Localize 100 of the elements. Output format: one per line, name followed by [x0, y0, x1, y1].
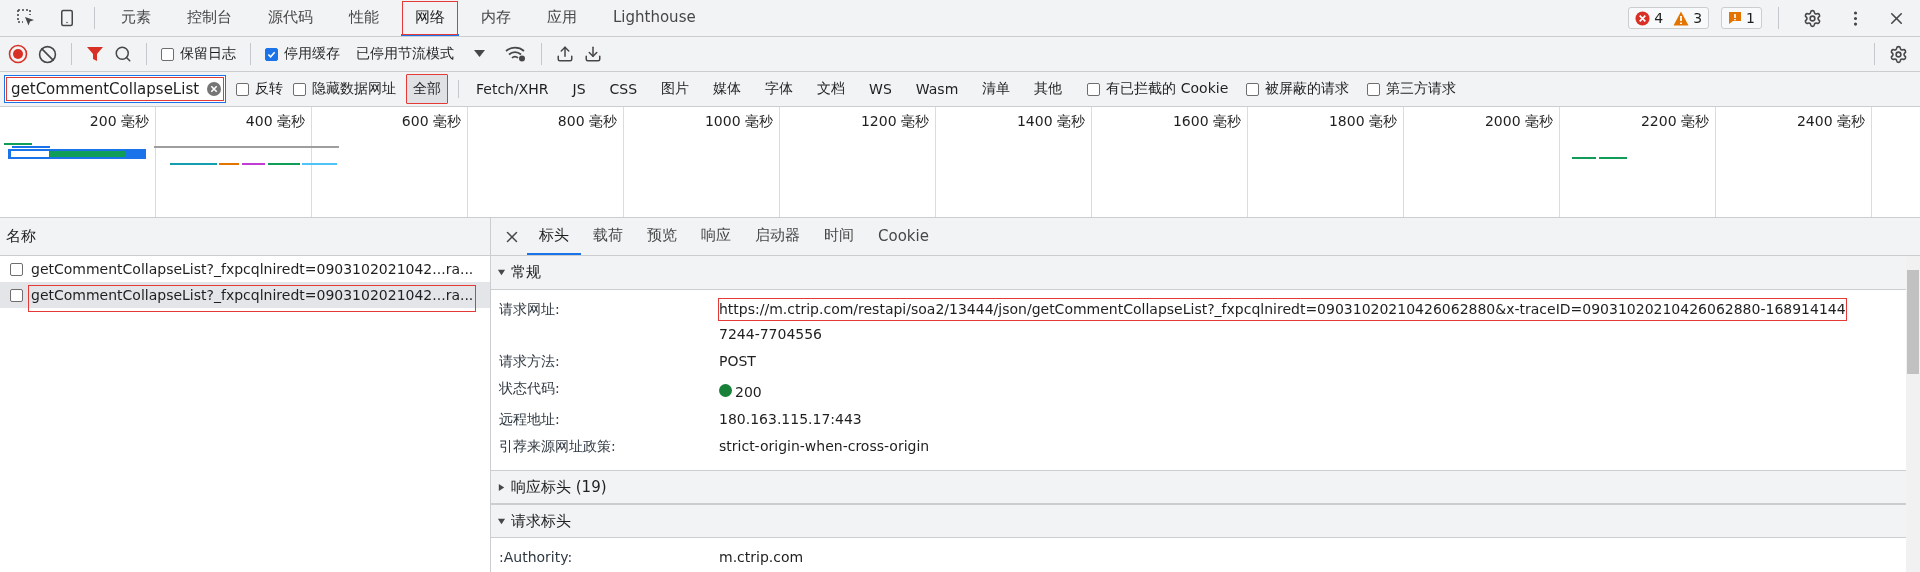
details-tab[interactable]: 响应 [689, 218, 743, 255]
checkbox-label: 反转 [255, 80, 283, 98]
panel-tab[interactable]: 元素 [107, 0, 165, 36]
filter-type-button[interactable]: 清单 [975, 74, 1018, 104]
filter-type-button[interactable]: 其他 [1027, 74, 1070, 104]
time-tick-label: 1400 毫秒 [1016, 113, 1085, 131]
section-header[interactable]: 请求标头 [491, 504, 1906, 538]
filter-type-button[interactable]: 媒体 [706, 74, 749, 104]
upload-icon[interactable] [556, 45, 574, 63]
time-tick-label: 1600 毫秒 [1172, 113, 1241, 131]
details-tab[interactable]: 预览 [635, 218, 689, 255]
panel-tab[interactable]: Lighthouse [599, 0, 710, 36]
issue-icon [1728, 11, 1743, 25]
header-value: 180.163.115.17:443 [719, 410, 862, 429]
details-tab[interactable]: Cookie [866, 218, 941, 255]
checkbox-label: 有已拦截的 Cookie [1106, 80, 1229, 98]
details-tab[interactable]: 载荷 [581, 218, 635, 255]
filter-type-button[interactable]: 字体 [758, 74, 801, 104]
filter-type-button[interactable]: JS [565, 75, 593, 103]
details-tab[interactable]: 时间 [812, 218, 866, 255]
dropdown-caret-icon[interactable] [474, 50, 485, 58]
settings-icon[interactable] [1803, 8, 1822, 28]
checkbox[interactable] [1367, 82, 1381, 96]
checkbox-label: 被屏蔽的请求 [1265, 80, 1350, 98]
checkbox-label: 保留日志 [180, 45, 236, 63]
status-dot [719, 384, 732, 397]
checkbox[interactable] [10, 288, 23, 302]
time-tick-label: 1000 毫秒 [704, 113, 773, 131]
filter-type-button[interactable]: CSS [602, 75, 645, 103]
filter-type-button[interactable]: 文档 [810, 74, 853, 104]
panel-tab[interactable]: 应用 [533, 0, 591, 36]
filter-type-button[interactable]: Wasm [908, 75, 966, 103]
warning-icon [1673, 10, 1690, 26]
issues-counter[interactable]: 1 [1721, 7, 1762, 29]
filter-type-button[interactable]: WS [862, 75, 899, 103]
time-tick-label: 1200 毫秒 [860, 113, 929, 131]
checkbox[interactable] [161, 47, 174, 61]
filter-type-button[interactable]: 全部 [406, 74, 448, 104]
panel-tab[interactable]: 性能 [335, 0, 393, 36]
caret-icon [497, 516, 506, 526]
record-icon[interactable] [8, 44, 28, 64]
time-tick-label: 1800 毫秒 [1328, 113, 1397, 131]
time-tick-label: 800 毫秒 [557, 113, 617, 131]
panel-tab[interactable]: 源代码 [254, 0, 327, 36]
checkbox[interactable] [1087, 82, 1101, 96]
column-header: 名称 [6, 227, 36, 246]
checkbox[interactable] [10, 262, 23, 276]
header-value: 200 [735, 383, 762, 402]
caret-icon [497, 268, 506, 277]
checkbox[interactable] [1246, 82, 1260, 96]
scrollbar[interactable] [1906, 256, 1920, 572]
throttling-select[interactable]: 已停用节流模式 [356, 45, 454, 63]
header-name: 请求方法: [499, 352, 561, 371]
time-tick-label: 2000 毫秒 [1484, 113, 1553, 131]
request-name: getCommentCollapseList?_fxpcqlniredt=0903102021042...ra... [30, 259, 475, 279]
time-tick-label: 400 毫秒 [245, 113, 305, 131]
header-name: 状态代码: [499, 379, 561, 398]
checkbox[interactable] [265, 47, 278, 61]
details-tab[interactable]: 启动器 [743, 218, 812, 255]
header-value: https://m.ctrip.com/restapi/soa2/13444/json/getCommentCollapseList?_fxpcqlniredt=09031020210426062880&x-traceID=09031020210426062880-168914144 [719, 299, 1846, 320]
checkbox-label: 第三方请求 [1386, 80, 1457, 98]
header-name: 请求网址: [499, 300, 561, 319]
header-name: 引荐来源网址政策: [499, 437, 617, 456]
error-count: 4 [1654, 10, 1664, 26]
clear-input-icon[interactable] [207, 82, 221, 96]
checkbox[interactable] [293, 82, 306, 96]
header-value: strict-origin-when-cross-origin [719, 437, 930, 456]
issue-count: 1 [1746, 10, 1755, 26]
header-value: m.ctrip.com [719, 548, 804, 567]
request-name: getCommentCollapseList?_fxpcqlniredt=0903102021042...ra... [29, 285, 476, 311]
inspect-icon[interactable] [16, 8, 36, 28]
section-header[interactable]: 响应标头 (19) [491, 470, 1906, 504]
time-tick-label: 2400 毫秒 [1796, 113, 1865, 131]
errors-warnings-counter[interactable]: 4 3 [1628, 7, 1710, 29]
filter-field[interactable]: getCommentCollapseList [4, 75, 226, 103]
error-icon [1635, 10, 1651, 26]
panel-tab[interactable]: 内存 [467, 0, 525, 36]
filter-type-button[interactable]: 图片 [654, 74, 697, 104]
section-header[interactable]: 常规 [491, 256, 1906, 290]
device-toolbar-icon[interactable] [58, 9, 76, 27]
header-value: 7244-7704556 [719, 325, 823, 344]
caret-icon [497, 482, 506, 492]
checkbox[interactable] [236, 82, 249, 96]
filter-type-button[interactable]: Fetch/XHR [469, 75, 556, 103]
warning-count: 3 [1693, 10, 1703, 26]
filter-icon[interactable] [86, 45, 104, 63]
header-value: POST [719, 352, 756, 371]
clear-icon[interactable] [38, 44, 57, 64]
download-icon[interactable] [584, 45, 602, 63]
header-name: 远程地址: [499, 410, 561, 429]
time-tick-label: 2200 毫秒 [1640, 113, 1709, 131]
header-name: :Authority: [499, 548, 574, 567]
panel-tab[interactable]: 控制台 [173, 0, 246, 36]
settings-icon[interactable] [1889, 44, 1908, 64]
time-tick-label: 200 毫秒 [89, 113, 149, 131]
network-conditions-icon[interactable] [505, 45, 527, 63]
time-tick-label: 600 毫秒 [401, 113, 461, 131]
checkbox-label: 停用缓存 [284, 45, 340, 63]
checkbox-label: 隐藏数据网址 [312, 80, 396, 98]
search-icon[interactable] [114, 45, 132, 63]
